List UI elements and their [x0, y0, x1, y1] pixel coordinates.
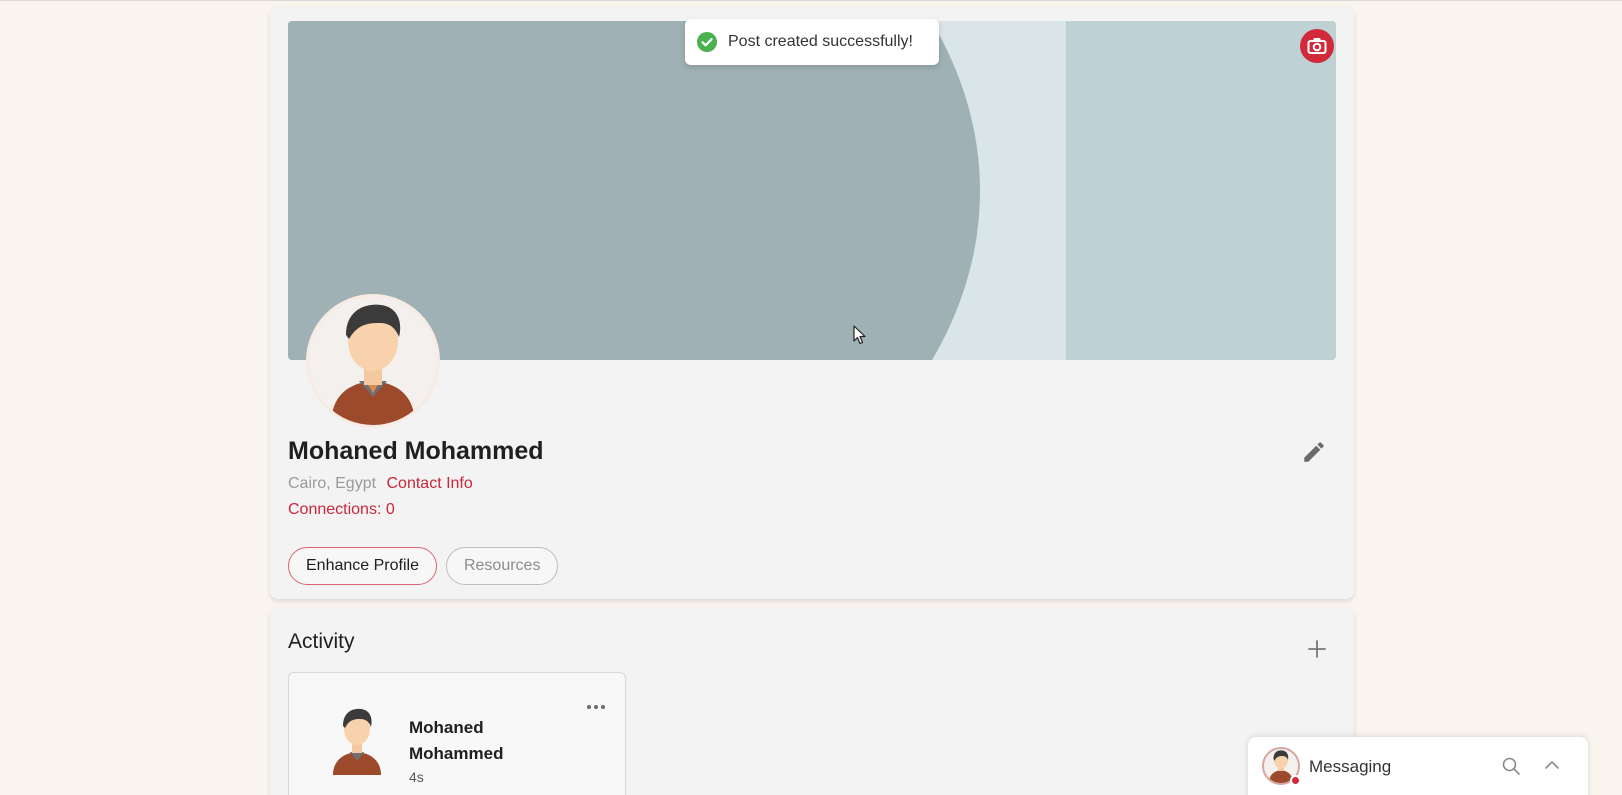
avatar-illustration — [331, 304, 415, 425]
add-post-button[interactable] — [1306, 638, 1328, 660]
messaging-expand-button[interactable] — [1543, 758, 1561, 772]
page: Mohaned Mohammed Cairo, Egypt Contact In… — [0, 0, 1622, 795]
activity-card: Activity Mohaned Mohammed 4s — [270, 608, 1354, 795]
post-menu-button[interactable] — [585, 699, 607, 709]
more-horizontal-icon — [587, 705, 605, 709]
change-cover-button[interactable] — [1300, 29, 1334, 63]
profile-name: Mohaned Mohammed — [288, 437, 544, 465]
messaging-title: Messaging — [1309, 757, 1392, 776]
post-author-name[interactable]: Mohaned Mohammed — [409, 715, 519, 767]
location-line: Cairo, Egypt Contact Info — [288, 475, 473, 493]
post-timestamp: 4s — [409, 769, 424, 785]
enhance-profile-button[interactable]: Enhance Profile — [288, 547, 437, 585]
pencil-icon — [1304, 442, 1324, 462]
activity-title: Activity — [288, 630, 355, 653]
activity-post[interactable]: Mohaned Mohammed 4s — [288, 672, 626, 795]
online-status-dot — [1290, 775, 1301, 786]
messaging-search-button[interactable] — [1501, 756, 1521, 776]
success-toast: Post created successfully! — [685, 19, 939, 65]
edit-profile-button[interactable] — [1301, 439, 1327, 465]
resources-button[interactable]: Resources — [445, 547, 559, 585]
cover-image — [288, 21, 1336, 360]
search-icon — [1502, 757, 1520, 775]
chevron-up-icon — [1545, 761, 1559, 769]
check-circle-icon — [697, 32, 717, 52]
connections-link[interactable]: Connections: 0 — [288, 501, 395, 519]
post-author-avatar — [333, 708, 381, 775]
contact-info-link[interactable]: Contact Info — [387, 475, 473, 492]
messaging-widget[interactable]: Messaging — [1248, 737, 1588, 795]
plus-icon — [1308, 640, 1326, 658]
mouse-cursor-icon — [853, 325, 866, 345]
location-text: Cairo, Egypt — [288, 475, 377, 492]
profile-actions: Enhance Profile Resources — [288, 547, 559, 585]
profile-avatar[interactable] — [306, 294, 440, 428]
camera-icon — [1307, 38, 1327, 54]
toast-message: Post created successfully! — [728, 33, 913, 50]
profile-card: Mohaned Mohammed Cairo, Egypt Contact In… — [270, 7, 1354, 599]
